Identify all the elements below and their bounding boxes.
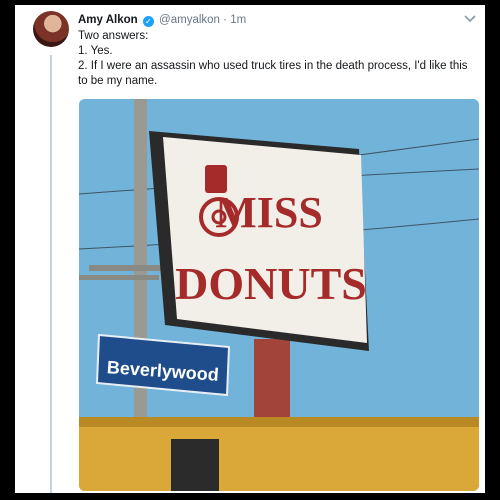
pole-crossarm <box>79 275 159 280</box>
chevron-down-icon[interactable] <box>463 13 477 25</box>
tweet-timestamp[interactable]: 1m <box>230 14 246 26</box>
tweet-card[interactable]: Amy Alkon ✓ @amyalkon · 1m Two answers: … <box>15 5 485 493</box>
verified-badge-icon: ✓ <box>142 16 154 27</box>
avatar[interactable] <box>33 11 69 47</box>
separator-dot: · <box>223 14 227 26</box>
building-trim <box>79 417 479 427</box>
sign-text-miss: MISS <box>215 188 323 237</box>
photo-scene: MISS DONUTS Beverlywood <box>79 99 479 491</box>
miss-donuts-sign: MISS DONUTS <box>149 131 369 351</box>
thread-connector-line <box>50 55 52 493</box>
traffic-light <box>171 439 219 491</box>
tweet-header: Amy Alkon ✓ @amyalkon · 1m <box>78 11 465 29</box>
building <box>79 417 479 491</box>
author-name[interactable]: Amy Alkon <box>78 14 138 26</box>
tweet-line: 1. Yes. <box>78 45 113 57</box>
author-handle[interactable]: @amyalkon <box>159 14 220 26</box>
tweet-line: Two answers: <box>78 30 149 42</box>
tweet-line: 2. If I were an assassin who used truck … <box>78 60 468 87</box>
sign-text-donuts: DONUTS <box>175 258 367 309</box>
tweet-text: Two answers: 1. Yes. 2. If I were an ass… <box>78 29 473 89</box>
tweet-photo[interactable]: MISS DONUTS Beverlywood <box>79 99 479 491</box>
